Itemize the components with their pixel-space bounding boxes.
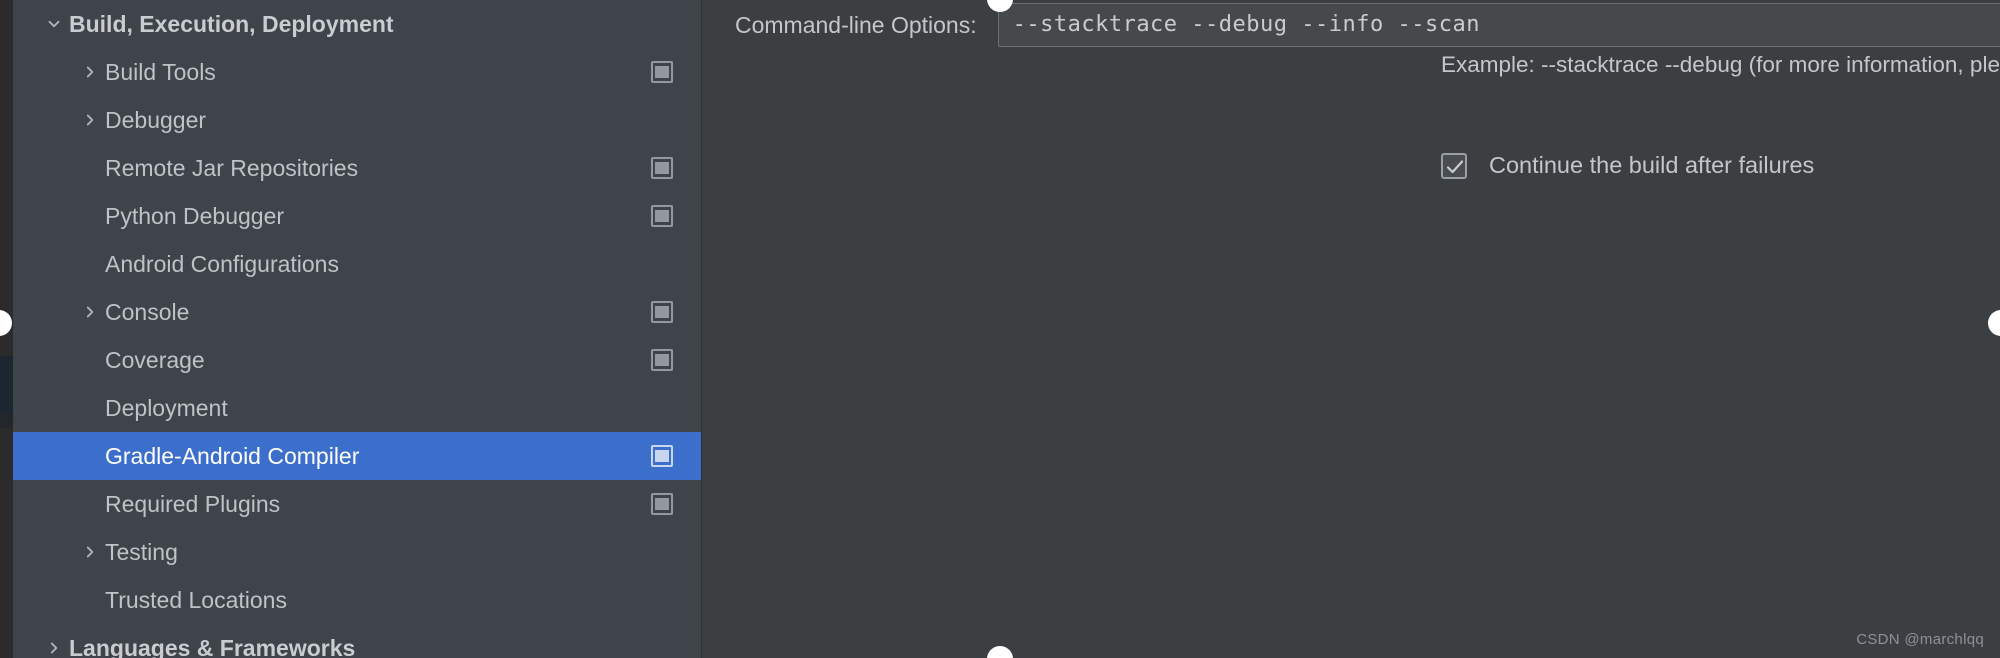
chevron-right-icon[interactable] [75,544,105,560]
sidebar-item-testing[interactable]: Testing [13,528,701,576]
chevron-right-icon[interactable] [75,112,105,128]
settings-page-icon[interactable] [651,301,673,323]
sidebar-item-deployment[interactable]: Deployment [13,384,701,432]
settings-page-icon[interactable] [651,61,673,83]
sidebar-item-required-plugins[interactable]: Required Plugins [13,480,701,528]
sidebar-item-remote-jar-repositories[interactable]: Remote Jar Repositories [13,144,701,192]
sidebar-item-label: Debugger [105,106,207,133]
sidebar-item-label: Console [105,298,190,325]
sidebar-item-label: Python Debugger [105,202,285,229]
command-line-options-label: Command-line Options: [735,11,977,38]
checkmark-icon [1446,160,1464,173]
settings-page-icon[interactable] [651,445,673,467]
chevron-right-icon[interactable] [75,304,105,320]
sidebar-item-build-execution-deployment[interactable]: Build, Execution, Deployment [13,0,701,48]
command-line-options-input[interactable]: --stacktrace --debug --info --scan [997,3,2000,47]
settings-page-icon[interactable] [651,493,673,515]
sidebar-item-build-tools[interactable]: Build Tools [13,48,701,96]
sidebar-item-label: Build Tools [105,58,216,85]
editor-gutter-band [0,414,13,428]
sidebar-item-gradle-android-compiler[interactable]: Gradle-Android Compiler [13,432,701,480]
chevron-right-icon[interactable] [75,64,105,80]
settings-dialog: Build, Execution, Deployment Build Tools D… [0,0,2000,658]
example-hint-text: Example: --stacktrace --debug (for more … [1441,52,2000,77]
sidebar-item-trusted-locations[interactable]: Trusted Locations [13,576,701,624]
sidebar-item-label: Android Configurations [105,250,339,277]
watermark: CSDN @marchlqq [1856,631,1984,648]
chevron-down-icon[interactable] [39,16,69,32]
sidebar-item-label: Remote Jar Repositories [105,154,359,181]
sidebar-item-label: Trusted Locations [105,586,287,613]
continue-build-checkbox-label: Continue the build after failures [1489,152,1815,178]
settings-page-icon[interactable] [651,205,673,227]
sidebar-item-label: Required Plugins [105,490,281,517]
settings-content-pane: Command-line Options: --stacktrace --deb… [702,0,2000,658]
sidebar-item-python-debugger[interactable]: Python Debugger [13,192,701,240]
sidebar-item-label: Gradle-Android Compiler [105,442,360,469]
editor-gutter-band [0,356,13,414]
sidebar-item-label: Deployment [105,394,228,421]
sidebar-item-coverage[interactable]: Coverage [13,336,701,384]
settings-tree: Build, Execution, Deployment Build Tools D… [13,0,701,658]
continue-build-checkbox-row[interactable]: Continue the build after failures [1441,152,1814,179]
sidebar-item-debugger[interactable]: Debugger [13,96,701,144]
sidebar-item-languages-frameworks[interactable]: Languages & Frameworks [13,624,701,658]
example-hint-row: Example: --stacktrace --debug (for more … [1441,52,2000,78]
sidebar-item-label: Testing [105,538,178,565]
command-line-options-row: Command-line Options: --stacktrace --deb… [735,2,2000,48]
chevron-right-icon[interactable] [39,640,69,656]
sidebar-item-label: Build, Execution, Deployment [69,10,394,37]
settings-tree-sidebar[interactable]: Build, Execution, Deployment Build Tools D… [13,0,702,658]
settings-page-icon[interactable] [651,157,673,179]
sidebar-item-label: Coverage [105,346,205,373]
settings-page-icon[interactable] [651,349,673,371]
continue-build-checkbox[interactable] [1441,152,1467,179]
sidebar-item-android-configurations[interactable]: Android Configurations [13,240,701,288]
sidebar-item-console[interactable]: Console [13,288,701,336]
sidebar-item-label: Languages & Frameworks [69,634,356,658]
